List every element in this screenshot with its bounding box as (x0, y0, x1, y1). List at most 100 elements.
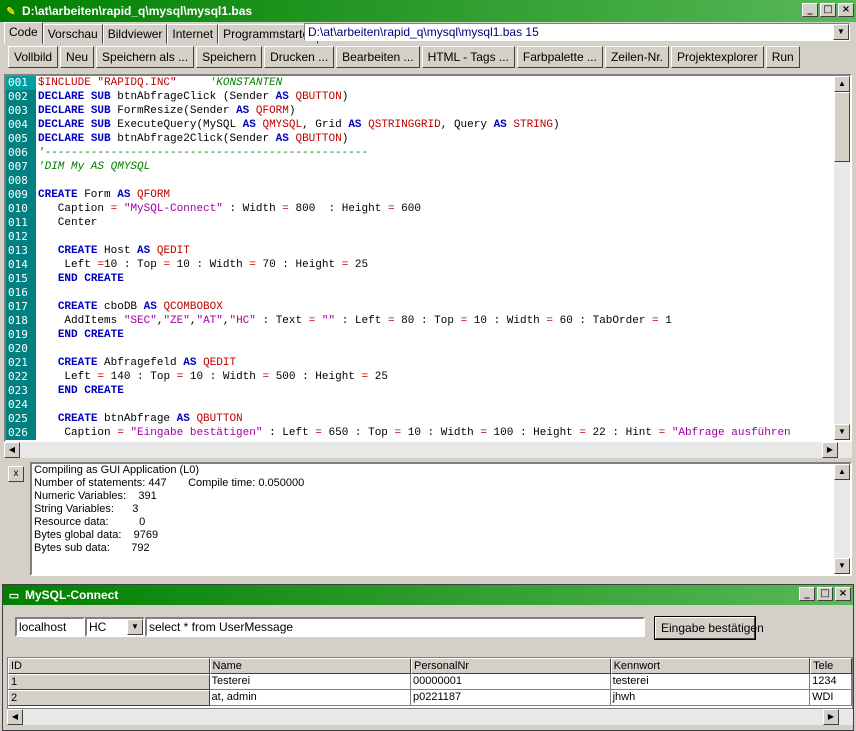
query-input[interactable]: select * from UserMessage (145, 617, 645, 637)
speichern-als-button[interactable]: Speichern als ... (96, 46, 195, 68)
grid-header[interactable]: PersonalNr (411, 658, 611, 674)
code-line[interactable]: CREATE Abfragefeld AS QEDIT (38, 356, 834, 370)
tab-vorschau[interactable]: Vorschau (42, 24, 103, 44)
run-button[interactable]: Run (765, 46, 800, 68)
grid-header[interactable]: Name (209, 658, 412, 674)
line-number: 016 (8, 286, 28, 299)
drucken-button[interactable]: Drucken ... (264, 46, 335, 68)
line-number: 017 (8, 300, 28, 313)
vollbild-button[interactable]: Vollbild (8, 46, 59, 68)
code-line[interactable] (38, 230, 834, 244)
line-number: 025 (8, 412, 28, 425)
grid-cell[interactable]: 1234 (810, 674, 852, 690)
scroll-up-icon[interactable]: ▲ (834, 76, 850, 92)
grid-cell[interactable]: Testerei (209, 674, 412, 690)
line-number: 014 (8, 258, 28, 271)
scroll-down-icon[interactable]: ▼ (834, 424, 850, 440)
line-number-gutter: 001 002 003 004 005 006 007 008 009 010 011 012 013 0… (6, 76, 36, 440)
code-line[interactable]: DECLARE SUB btnAbfrageClick (Sender AS Q… (38, 90, 834, 104)
chevron-down-icon[interactable]: ▼ (127, 619, 143, 635)
html-tags-button[interactable]: HTML - Tags ... (421, 46, 515, 68)
line-number: 011 (8, 216, 28, 229)
grid-header[interactable]: ID (8, 658, 210, 674)
close-button[interactable]: × (835, 587, 851, 601)
tab-bildviewer[interactable]: Bildviewer (102, 24, 168, 44)
scroll-down-icon[interactable]: ▼ (834, 558, 850, 574)
code-line[interactable]: $INCLUDE "RAPIDQ.INC" 'KONSTANTEN (38, 76, 834, 90)
speichern-button[interactable]: Speichern (196, 46, 263, 68)
line-number: 022 (8, 370, 28, 383)
zeilen-nr-button[interactable]: Zeilen-Nr. (604, 46, 669, 68)
code-line[interactable]: DECLARE SUB btnAbfrage2Click(Sender AS Q… (38, 132, 834, 146)
code-line[interactable]: Left = 140 : Top = 10 : Width = 500 : He… (38, 370, 834, 384)
output-line: Bytes global data: 9769 (34, 529, 159, 541)
grid-cell[interactable]: 00000001 (411, 674, 611, 690)
code-line[interactable]: END CREATE (38, 328, 834, 342)
grid-cell[interactable]: jhwh (610, 690, 811, 706)
eingabe-bestaetigen-button[interactable]: Eingabe bestätigen (654, 616, 764, 640)
code-line[interactable]: END CREATE (38, 272, 834, 286)
code-area[interactable]: $INCLUDE "RAPIDQ.INC" 'KONSTANTEN DECLARE… (38, 76, 834, 440)
code-line[interactable]: AddItems "SEC","ZE","AT","HC" : Text = "… (38, 314, 834, 328)
scroll-left-icon[interactable]: ◀ (7, 709, 23, 725)
maximize-button[interactable]: □ (820, 3, 836, 17)
grid-cell[interactable]: at, admin (209, 690, 412, 706)
host-input[interactable]: localhost (15, 617, 85, 637)
farbpalette-button[interactable]: Farbpalette ... (516, 46, 603, 68)
code-line[interactable]: CREATE Host AS QEDIT (38, 244, 834, 258)
tab-internet[interactable]: Internet (167, 24, 219, 44)
grid-header[interactable]: Tele (810, 658, 852, 674)
minimize-button[interactable]: _ (802, 3, 818, 17)
scroll-right-icon[interactable]: ▶ (823, 709, 839, 725)
code-line[interactable]: Caption = "Eingabe bestätigen" : Left = … (38, 426, 834, 440)
maximize-button[interactable]: □ (817, 587, 833, 601)
code-line[interactable]: CREATE Form AS QFORM (38, 188, 834, 202)
code-line[interactable] (38, 174, 834, 188)
grid-header[interactable]: Kennwort (610, 658, 811, 674)
output-line: Resource data: 0 (34, 516, 146, 528)
table-row[interactable]: 2 at, admin p0221187 jhwh WDI (8, 690, 852, 706)
code-line[interactable]: '---------------------------------------… (38, 146, 834, 160)
code-line[interactable] (38, 398, 834, 412)
line-number: 012 (8, 230, 28, 243)
projektexplorer-button[interactable]: Projektexplorer (670, 46, 764, 68)
bearbeiten-button[interactable]: Bearbeiten ... (336, 46, 420, 68)
code-line[interactable]: CREATE cboDB AS QCOMBOBOX (38, 300, 834, 314)
table-row[interactable]: 1 Testerei 00000001 testerei 1234 (8, 674, 852, 690)
code-line[interactable] (38, 342, 834, 356)
output-close-button[interactable]: x (8, 466, 24, 482)
code-line[interactable]: 'DIM My AS QMYSQL (38, 160, 834, 174)
scroll-left-icon[interactable]: ◀ (4, 442, 20, 458)
grid-cell[interactable]: p0221187 (411, 690, 611, 706)
result-grid[interactable]: ID Name PersonalNr Kennwort Tele 1 Testerei 000… (7, 657, 853, 709)
code-line[interactable]: DECLARE SUB ExecuteQuery(MySQL AS QMYSQL… (38, 118, 834, 132)
scroll-thumb[interactable] (834, 92, 850, 162)
code-line[interactable]: END CREATE (38, 384, 834, 398)
close-button[interactable]: × (838, 3, 854, 17)
code-line[interactable]: CREATE btnAbfrage AS QBUTTON (38, 412, 834, 426)
editor-horizontal-scrollbar[interactable]: ◀ ▶ (4, 442, 852, 458)
output-scrollbar[interactable]: ▲ ▼ (834, 464, 850, 574)
line-number: 008 (8, 174, 28, 187)
grid-cell[interactable]: 2 (8, 690, 210, 706)
tab-code[interactable]: Code (4, 22, 43, 44)
minimize-button[interactable]: _ (799, 587, 815, 601)
grid-cell[interactable]: 1 (8, 674, 210, 690)
grid-cell[interactable]: WDI (810, 690, 852, 706)
code-line[interactable] (38, 286, 834, 300)
chevron-down-icon[interactable]: ▼ (833, 24, 849, 40)
output-line: String Variables: 3 (34, 503, 139, 515)
code-line[interactable]: Caption = "MySQL-Connect" : Width = 800 … (38, 202, 834, 216)
db-combobox[interactable]: HC ▼ (85, 617, 145, 637)
neu-button[interactable]: Neu (60, 46, 95, 68)
code-line[interactable]: DECLARE SUB FormResize(Sender AS QFORM) (38, 104, 834, 118)
grid-cell[interactable]: testerei (610, 674, 811, 690)
code-editor[interactable]: 001 002 003 004 005 006 007 008 009 010 011 012 013 0… (4, 74, 852, 442)
scroll-up-icon[interactable]: ▲ (834, 464, 850, 480)
grid-horizontal-scrollbar[interactable]: ◀ ▶ (7, 709, 853, 725)
path-combobox[interactable]: D:\at\arbeiten\rapid_q\mysql\mysql1.bas … (304, 23, 850, 41)
scroll-right-icon[interactable]: ▶ (822, 442, 838, 458)
code-line[interactable]: Center (38, 216, 834, 230)
code-line[interactable]: Left =10 : Top = 10 : Width = 70 : Heigh… (38, 258, 834, 272)
editor-vertical-scrollbar[interactable]: ▲ ▼ (834, 76, 850, 440)
